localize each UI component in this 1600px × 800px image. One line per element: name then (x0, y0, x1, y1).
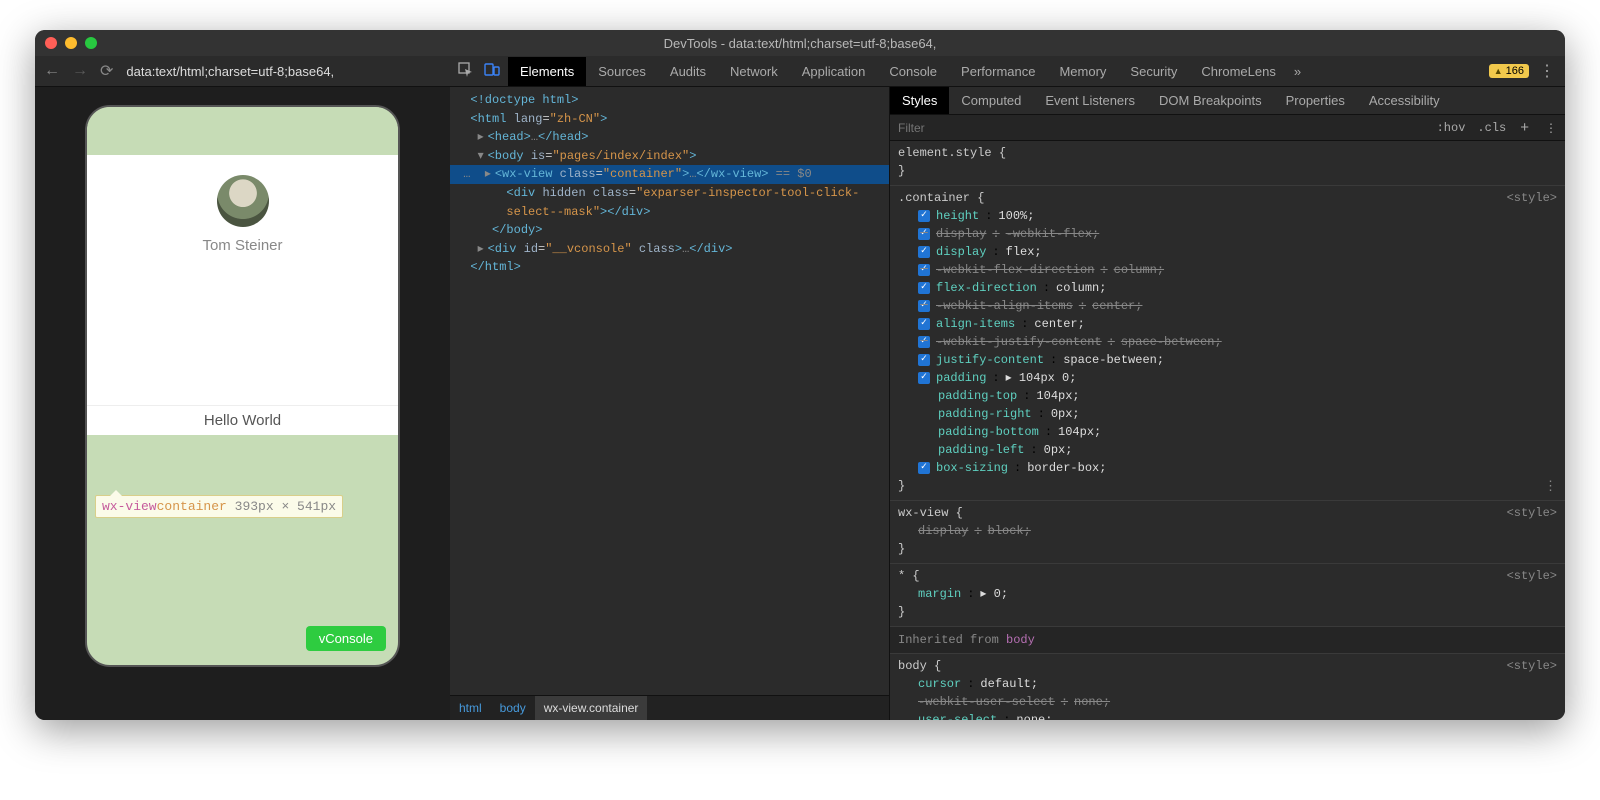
tab-console[interactable]: Console (877, 57, 949, 86)
checkbox-icon[interactable] (918, 354, 930, 366)
style-rules[interactable]: element.style { } <style> .container { h… (890, 141, 1565, 720)
checkbox-icon[interactable] (918, 282, 930, 294)
window-title: DevTools - data:text/html;charset=utf-8;… (35, 36, 1565, 51)
dom-tree[interactable]: <!doctype html> <html lang="zh-CN"> ▸<he… (450, 87, 889, 695)
checkbox-icon[interactable] (918, 372, 930, 384)
minimize-icon[interactable] (65, 37, 77, 49)
checkbox-icon[interactable] (918, 336, 930, 348)
rule-wxview: <style> wx-view { display: block; } (890, 501, 1565, 564)
style-source[interactable]: <style> (1507, 189, 1557, 207)
avatar (217, 175, 269, 227)
rule-star: <style> * { margin: ▸ 0; } (890, 564, 1565, 627)
checkbox-icon[interactable] (918, 228, 930, 240)
breadcrumbs: html body wx-view.container (450, 695, 889, 720)
rule-body: <style> body { cursor: default; -webkit-… (890, 654, 1565, 720)
checkbox-icon[interactable] (918, 300, 930, 312)
checkbox-icon[interactable] (918, 318, 930, 330)
new-rule-icon[interactable]: + (1512, 115, 1537, 140)
devtools-menu-icon[interactable]: ⋮ (1539, 61, 1555, 81)
titlebar: DevTools - data:text/html;charset=utf-8;… (35, 30, 1565, 56)
tab-elements[interactable]: Elements (508, 57, 586, 86)
element-tooltip: wx-viewcontainer 393px × 541px (95, 495, 343, 518)
checkbox-icon[interactable] (918, 462, 930, 474)
inherited-header: Inherited from body (890, 627, 1565, 654)
checkbox-icon[interactable] (918, 210, 930, 222)
styles-panel: Styles Computed Event Listeners DOM Brea… (890, 87, 1565, 720)
reload-icon[interactable]: ⟳ (97, 61, 116, 81)
cls-toggle[interactable]: .cls (1471, 117, 1512, 139)
tab-chromelens[interactable]: ChromeLens (1189, 57, 1287, 86)
device-frame: Tom Steiner Hello World wx-viewcontainer… (85, 105, 400, 667)
subtab-styles[interactable]: Styles (890, 87, 949, 114)
username-label: Tom Steiner (202, 237, 282, 254)
rule-container: <style> .container { height: 100%; displ… (890, 186, 1565, 501)
forward-icon[interactable]: → (69, 62, 91, 80)
subtab-properties[interactable]: Properties (1274, 87, 1357, 114)
inspect-element-icon[interactable] (458, 62, 474, 81)
tab-security[interactable]: Security (1118, 57, 1189, 86)
warnings-badge[interactable]: 166 (1489, 64, 1529, 78)
checkbox-icon[interactable] (918, 246, 930, 258)
styles-more-icon[interactable]: ⋮ (1537, 117, 1565, 139)
tab-audits[interactable]: Audits (658, 57, 718, 86)
close-icon[interactable] (45, 37, 57, 49)
hello-text: Hello World (87, 405, 398, 435)
checkbox-icon[interactable] (918, 264, 930, 276)
breadcrumb-selected[interactable]: wx-view.container (535, 696, 648, 720)
url-text: data:text/html;charset=utf-8;base64, (126, 64, 334, 79)
subtab-dombp[interactable]: DOM Breakpoints (1147, 87, 1274, 114)
rule-element-style: element.style { } (890, 141, 1565, 186)
subtab-computed[interactable]: Computed (949, 87, 1033, 114)
tab-performance[interactable]: Performance (949, 57, 1047, 86)
device-preview-pane: Tom Steiner Hello World wx-viewcontainer… (35, 87, 450, 720)
tab-network[interactable]: Network (718, 57, 790, 86)
styles-filter-input[interactable] (890, 116, 1431, 140)
device-toolbar-icon[interactable] (484, 62, 500, 81)
subtab-accessibility[interactable]: Accessibility (1357, 87, 1452, 114)
hov-toggle[interactable]: :hov (1431, 117, 1472, 139)
subtab-listeners[interactable]: Event Listeners (1033, 87, 1147, 114)
breadcrumb-html[interactable]: html (450, 696, 491, 720)
tab-application[interactable]: Application (790, 57, 878, 86)
breadcrumb-body[interactable]: body (491, 696, 535, 720)
toolbar: ← → ⟳ data:text/html;charset=utf-8;base6… (35, 56, 1565, 87)
tab-memory[interactable]: Memory (1047, 57, 1118, 86)
rule-menu-icon[interactable]: ⋮ (1544, 477, 1557, 497)
vconsole-button[interactable]: vConsole (306, 626, 386, 651)
tab-sources[interactable]: Sources (586, 57, 658, 86)
back-icon[interactable]: ← (41, 62, 63, 80)
elements-panel: <!doctype html> <html lang="zh-CN"> ▸<he… (450, 87, 890, 720)
more-tabs-icon[interactable]: » (1288, 64, 1307, 79)
maximize-icon[interactable] (85, 37, 97, 49)
